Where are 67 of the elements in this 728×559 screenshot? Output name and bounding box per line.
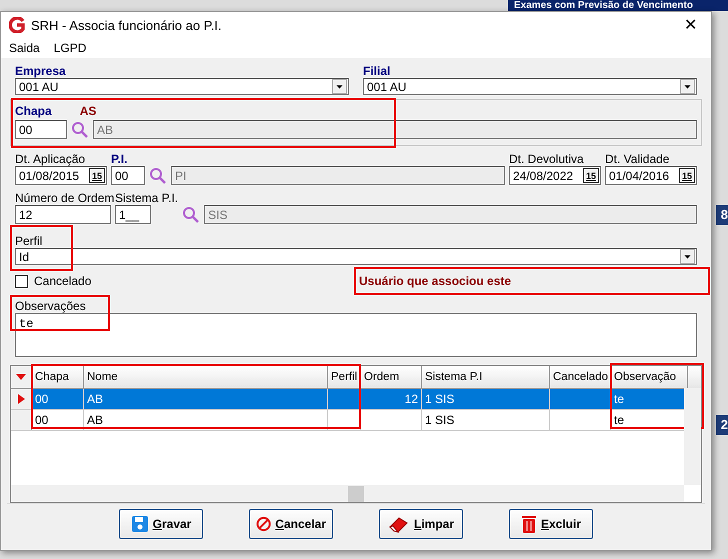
field-label: Dt. Aplicação — [15, 152, 86, 166]
column-header[interactable]: Perfil — [328, 366, 361, 388]
prohibited-icon — [256, 514, 272, 534]
table-cell: 1 SIS — [422, 389, 550, 409]
vertical-scrollbar[interactable] — [684, 388, 701, 485]
trash-icon — [520, 514, 537, 534]
column-header[interactable]: Chapa — [32, 366, 84, 388]
table-cell: AB — [84, 410, 328, 430]
column-header[interactable]: Nome — [84, 366, 328, 388]
eraser-icon — [388, 515, 410, 533]
menu-item[interactable]: LGPD — [54, 41, 86, 55]
column-header[interactable]: Ordem — [361, 366, 422, 388]
row-indicator[interactable] — [11, 410, 32, 430]
input-field[interactable]: 00 — [15, 120, 67, 139]
date-field[interactable]: 01/08/2015 15 — [15, 166, 107, 185]
field-label: Observações — [15, 299, 86, 313]
dropdown-field[interactable]: 001 AU — [363, 78, 697, 95]
row-pointer-icon — [18, 394, 24, 404]
status-text: AS — [80, 104, 96, 118]
calendar-button[interactable]: 15 — [89, 168, 105, 183]
table-cell: 12 — [361, 389, 422, 409]
field-label: Empresa — [15, 64, 66, 78]
input-field[interactable]: 00 — [111, 166, 145, 185]
menu-item[interactable]: Saida — [9, 41, 40, 55]
delete-button[interactable]: Excluir — [509, 509, 593, 539]
date-field[interactable]: 01/04/2016 15 — [605, 166, 697, 185]
close-button[interactable]: ✕ — [678, 15, 703, 35]
column-header[interactable]: Cancelado — [550, 366, 611, 388]
cancel-button[interactable]: Cancelar — [249, 509, 333, 539]
calendar-button[interactable]: 15 — [583, 168, 599, 183]
field-label: Chapa — [15, 104, 52, 118]
notes-field[interactable]: te — [15, 313, 697, 357]
field-label: Filial — [363, 64, 390, 78]
dropdown-field[interactable]: Id — [15, 248, 697, 265]
app-logo-icon — [9, 17, 25, 33]
dropdown-field[interactable]: 001 AU — [15, 78, 349, 95]
table-cell: 00 — [32, 389, 84, 409]
horizontal-scrollbar[interactable] — [11, 485, 684, 502]
input-field[interactable]: 12 — [15, 205, 111, 224]
readonly-field: PI — [171, 166, 505, 185]
readonly-field: SIS — [204, 205, 697, 224]
background-cell: 8 — [716, 205, 728, 225]
associated-user-text: Usuário que associou este — [359, 274, 512, 288]
field-label: Perfil — [15, 234, 42, 248]
save-button[interactable]: Gravar — [119, 509, 203, 539]
background-cell: 2 — [716, 415, 728, 435]
field-label: Número de Ordem — [15, 191, 114, 205]
field-label: Dt. Devolutiva — [509, 152, 584, 166]
column-header[interactable]: Sistema P.I — [422, 366, 550, 388]
checkbox-label: Cancelado — [34, 274, 92, 288]
field-label: Dt. Validade — [605, 152, 670, 166]
search-icon[interactable] — [182, 206, 200, 224]
input-field[interactable]: 1__ — [115, 205, 151, 224]
readonly-field: AB — [93, 120, 697, 139]
background-window-title: Exames com Previsão de Vencimento — [508, 0, 728, 11]
calendar-button[interactable]: 15 — [679, 168, 695, 183]
clear-button[interactable]: Limpar — [379, 509, 463, 539]
field-label: Sistema P.I. — [115, 191, 178, 205]
search-icon[interactable] — [71, 120, 89, 138]
search-icon[interactable] — [149, 167, 167, 185]
sort-caret-icon[interactable] — [16, 374, 26, 380]
date-field[interactable]: 24/08/2022 15 — [509, 166, 601, 185]
checkbox[interactable] — [15, 274, 28, 288]
row-indicator[interactable] — [11, 389, 32, 409]
window-title: SRH - Associa funcionário ao P.I. — [31, 18, 223, 32]
table-cell: AB — [84, 389, 328, 409]
field-label: P.I. — [111, 152, 128, 166]
